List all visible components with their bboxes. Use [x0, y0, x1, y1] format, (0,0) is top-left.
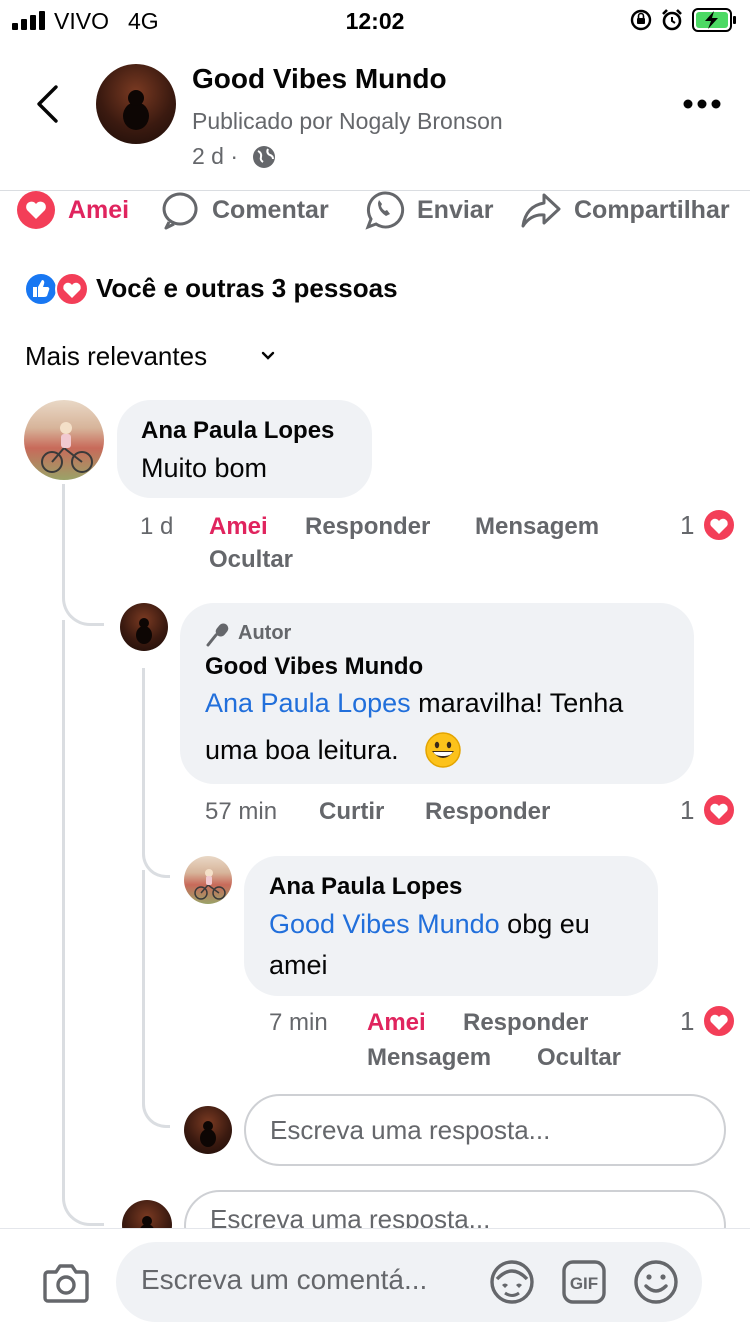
sort-label: Mais relevantes: [25, 341, 208, 371]
message-action[interactable]: Mensagem: [367, 1044, 491, 1072]
gif-icon[interactable]: GIF: [562, 1260, 606, 1304]
send-label: Enviar: [417, 195, 494, 224]
reply-input[interactable]: Escreva uma resposta...: [244, 1094, 726, 1166]
comment-text: obg eu: [499, 909, 590, 939]
comment-bubble[interactable]: Autor Good Vibes Mundo Ana Paula Lopes m…: [180, 603, 694, 784]
thread-line: [142, 870, 170, 1128]
comment-author[interactable]: Good Vibes Mundo: [205, 653, 423, 681]
comment-text: uma boa leitura.: [205, 735, 399, 765]
page-title[interactable]: Good Vibes Mundo: [192, 63, 447, 95]
comment-label: Comentar: [212, 195, 329, 224]
hide-action[interactable]: Ocultar: [537, 1044, 621, 1072]
send-button[interactable]: Enviar: [365, 191, 494, 230]
comment-text-line: Good Vibes Mundo obg eu: [269, 901, 590, 947]
reply-action[interactable]: Responder: [463, 1009, 588, 1037]
thread-line: [62, 484, 104, 626]
hide-action[interactable]: Ocultar: [209, 546, 293, 574]
thread-line: [142, 668, 170, 878]
status-bar: VIVO 4G 12:02: [0, 0, 750, 40]
love-reaction-icon: [702, 508, 736, 542]
more-icon[interactable]: [683, 98, 721, 110]
reaction-summary[interactable]: Você e outras 3 pessoas: [96, 273, 398, 304]
love-reaction-icon: [702, 1004, 736, 1038]
alarm-icon: [662, 9, 682, 31]
reply-placeholder: Escreva uma resposta...: [270, 1114, 551, 1145]
page-avatar[interactable]: [96, 64, 176, 144]
sort-dropdown[interactable]: Mais relevantes: [25, 341, 207, 372]
whatsapp-icon: [365, 191, 405, 230]
chevron-down-icon[interactable]: [261, 351, 275, 361]
page-avatar[interactable]: [120, 603, 168, 651]
commenter-avatar[interactable]: [184, 856, 232, 904]
user-avatar: [184, 1106, 232, 1154]
comment-icon: [162, 192, 198, 230]
comment-placeholder: Escreva um comentá...: [141, 1264, 428, 1295]
author-badge: Autor: [238, 622, 292, 644]
love-reaction-icon: [702, 793, 736, 827]
commenter-avatar[interactable]: [24, 400, 104, 480]
avatar-sticker-icon[interactable]: [488, 1259, 536, 1305]
share-icon: [521, 193, 561, 228]
reply-action[interactable]: Responder: [425, 798, 550, 826]
reaction-icons[interactable]: [24, 272, 92, 306]
reaction-count[interactable]: 1: [680, 795, 694, 826]
comment-text: amei: [269, 950, 328, 980]
love-button[interactable]: Amei: [16, 191, 130, 229]
reply-action[interactable]: Responder: [305, 513, 430, 541]
alarm-lock-icon: [630, 9, 652, 31]
mention-link[interactable]: Ana Paula Lopes: [205, 688, 411, 718]
love-action[interactable]: Amei: [367, 1009, 426, 1037]
thread-line: [62, 620, 104, 1226]
post-age: 2 d ·: [192, 143, 238, 170]
share-label: Compartilhar: [574, 195, 730, 224]
love-label: Amei: [68, 195, 130, 224]
globe-icon: [253, 146, 275, 168]
comment-text: Muito bom: [141, 453, 268, 483]
comment-author[interactable]: Ana Paula Lopes: [269, 873, 462, 901]
share-button[interactable]: Compartilhar: [520, 192, 730, 228]
like-action[interactable]: Curtir: [319, 798, 384, 826]
love-reaction-icon: [55, 272, 89, 306]
battery-charging-icon: [692, 8, 736, 32]
comment-bubble[interactable]: Ana Paula Lopes Good Vibes Mundo obg eu …: [244, 856, 658, 996]
post-age-text: 2 d ·: [192, 143, 239, 169]
post-author[interactable]: Publicado por Nogaly Bronson: [192, 108, 503, 135]
emoji-icon[interactable]: [632, 1258, 680, 1306]
camera-icon[interactable]: [42, 1262, 90, 1304]
reaction-count[interactable]: 1: [680, 1006, 694, 1037]
grin-emoji-icon: [425, 732, 461, 768]
comment-time: 57 min: [205, 798, 278, 825]
comment-author[interactable]: Ana Paula Lopes: [141, 417, 334, 445]
mention-link[interactable]: Good Vibes Mundo: [269, 909, 500, 939]
like-reaction-icon: [24, 272, 58, 306]
comment-text-line: Ana Paula Lopes maravilha! Tenha: [205, 680, 623, 726]
comment-time: 7 min: [269, 1009, 328, 1036]
comment-bubble[interactable]: Ana Paula Lopes Muito bom: [117, 400, 372, 498]
microphone-icon: [206, 623, 229, 647]
comment-time: 1 d: [140, 513, 174, 540]
comment-text-line: uma boa leitura.: [205, 727, 399, 773]
svg-text:GIF: GIF: [570, 1274, 598, 1293]
comment-text: maravilha! Tenha: [410, 688, 624, 718]
comment-button[interactable]: Comentar: [160, 192, 329, 230]
love-action[interactable]: Amei: [209, 513, 268, 541]
message-action[interactable]: Mensagem: [475, 513, 599, 541]
reaction-count[interactable]: 1: [680, 510, 694, 541]
heart-icon: [17, 191, 55, 229]
back-icon[interactable]: [34, 84, 60, 124]
